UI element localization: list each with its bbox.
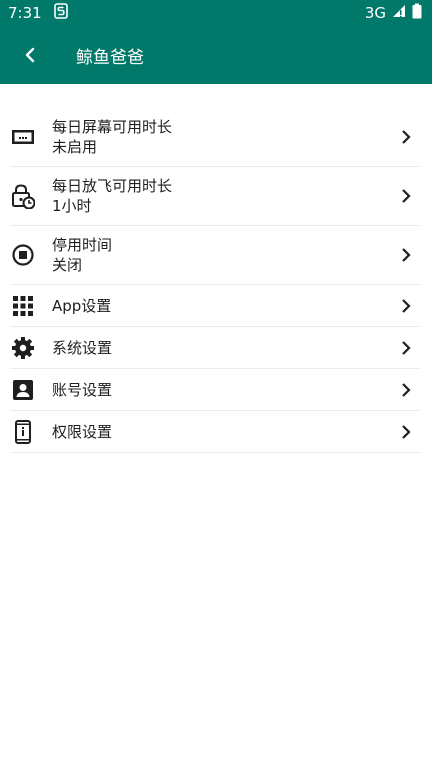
item-daily-free-time[interactable]: 每日放飞可用时长 1小时 xyxy=(10,167,420,226)
item-daily-screen-time[interactable]: 每日屏幕可用时长 未启用 xyxy=(10,108,420,167)
battery-icon xyxy=(412,3,422,23)
chevron-right-icon xyxy=(394,378,418,402)
back-button[interactable] xyxy=(6,31,54,79)
chevron-right-icon xyxy=(394,294,418,318)
item-subtitle: 未启用 xyxy=(52,138,98,156)
chevron-right-icon xyxy=(394,184,418,208)
item-subtitle: 关闭 xyxy=(52,256,83,274)
stop-circle-icon xyxy=(10,242,36,268)
item-downtime[interactable]: 停用时间 关闭 xyxy=(10,226,420,285)
app-bar: 鲸鱼爸爸 xyxy=(0,26,432,84)
apps-grid-icon xyxy=(10,293,36,319)
item-title: 账号设置 xyxy=(52,380,113,399)
chevron-right-icon xyxy=(394,243,418,267)
item-permission-settings[interactable]: 权限设置 xyxy=(10,411,420,453)
settings-list: 每日屏幕可用时长 未启用 每日放飞可用时长 1小时 停用时间 关闭 App设置 … xyxy=(10,108,420,453)
lock-clock-icon xyxy=(10,183,36,209)
item-system-settings[interactable]: 系统设置 xyxy=(10,327,420,369)
signal-icon xyxy=(392,4,406,22)
item-title: 系统设置 xyxy=(52,338,113,357)
item-subtitle: 1小时 xyxy=(52,197,92,215)
gear-icon xyxy=(10,335,36,361)
chevron-right-icon xyxy=(394,420,418,444)
page-title: 鲸鱼爸爸 xyxy=(76,47,144,68)
screen-time-icon xyxy=(10,124,36,150)
item-title: App设置 xyxy=(52,296,112,315)
back-arrow-icon xyxy=(25,47,35,63)
item-app-settings[interactable]: App设置 xyxy=(10,285,420,327)
chevron-right-icon xyxy=(394,125,418,149)
network-type: 3G xyxy=(364,4,386,22)
status-time: 7:31 xyxy=(8,4,42,22)
item-title: 停用时间 xyxy=(52,236,113,254)
s-notification-icon xyxy=(53,3,68,23)
item-title: 权限设置 xyxy=(52,422,113,441)
item-title: 每日放飞可用时长 xyxy=(52,177,173,195)
account-box-icon xyxy=(10,377,36,403)
chevron-right-icon xyxy=(394,336,418,360)
phone-info-icon xyxy=(10,419,36,445)
status-bar: 7:31 3G xyxy=(0,0,432,26)
item-title: 每日屏幕可用时长 xyxy=(52,118,173,136)
item-account-settings[interactable]: 账号设置 xyxy=(10,369,420,411)
